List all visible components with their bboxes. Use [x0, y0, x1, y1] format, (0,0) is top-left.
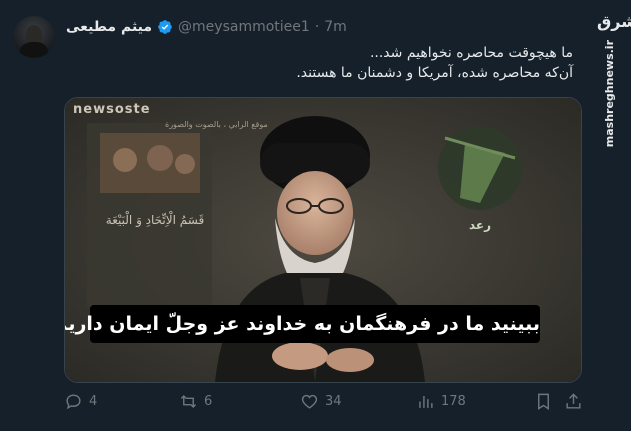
- watermark-url: mashreghnews.ir: [603, 40, 616, 148]
- tweet-text-line-2: آن‌که محاصره شده، آمریکا و دشمنان ما هست…: [296, 65, 573, 81]
- verified-badge-icon: [158, 20, 172, 34]
- repost-count: 6: [204, 394, 213, 409]
- views-count: 178: [441, 394, 466, 409]
- tweet[interactable]: میثم مطیعی @meysammotiee1 · 7m ما هیچوقت…: [0, 0, 631, 431]
- repost-icon: [180, 394, 197, 409]
- timestamp[interactable]: 7m: [324, 19, 347, 35]
- heart-icon: [301, 394, 318, 409]
- repost-button[interactable]: 6: [179, 392, 212, 411]
- display-name[interactable]: میثم مطیعی: [66, 19, 152, 35]
- handle[interactable]: @meysammotiee1: [178, 19, 310, 35]
- share-icon: [566, 393, 581, 409]
- emblem-text: رعد: [468, 218, 492, 232]
- bookmark-button[interactable]: [534, 392, 553, 411]
- bookmark-icon: [538, 393, 549, 410]
- views-chart-icon: [419, 395, 433, 408]
- video-subtitle: ببینید ما در فرهنگمان به خداوند عز وجلّ …: [65, 305, 540, 343]
- like-button[interactable]: 34: [300, 392, 342, 411]
- reply-button[interactable]: 4: [64, 392, 97, 411]
- tweet-text: ما هیچوقت محاصره نخواهیم شد... آن‌که محا…: [73, 43, 573, 83]
- avatar[interactable]: [13, 16, 55, 58]
- video-media[interactable]: newsoste موقع الرابي ، بالصوت والصورة قَ…: [64, 97, 582, 383]
- like-count: 34: [325, 394, 342, 409]
- action-bar: 4 6 34 178: [64, 392, 584, 414]
- reply-count: 4: [89, 394, 98, 409]
- watermark: مشرق mashreghnews.ir: [597, 12, 631, 147]
- separator-dot: ·: [314, 19, 320, 35]
- tweet-text-line-1: ما هیچوقت محاصره نخواهیم شد...: [369, 45, 573, 61]
- watermark-logo: مشرق: [597, 12, 631, 31]
- video-brand-sub: موقع الرابي ، بالصوت والصورة: [165, 120, 268, 129]
- views-button[interactable]: 178: [416, 392, 466, 411]
- reply-icon: [66, 394, 81, 410]
- share-button[interactable]: [564, 392, 583, 411]
- video-brand: newsoste: [73, 102, 151, 117]
- poster-title: قَسَمُ الْاِتِّحَادِ وَ الْبَيْعَة: [105, 213, 205, 227]
- tweet-header: میثم مطیعی @meysammotiee1 · 7m: [66, 16, 347, 38]
